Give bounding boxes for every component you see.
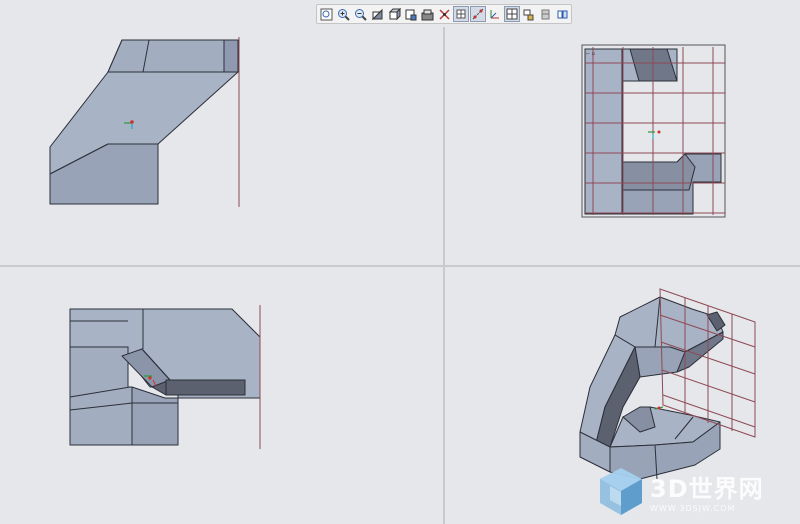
watermark: 3D世界网 WWW.3DSJW.COM	[596, 458, 800, 524]
reorient-icon[interactable]	[369, 6, 385, 22]
refit-icon[interactable]	[319, 6, 335, 22]
zoom-out-icon[interactable]	[353, 6, 369, 22]
saved-views-icon[interactable]	[386, 6, 402, 22]
point-display-icon[interactable]	[470, 6, 487, 22]
csys-marker	[648, 130, 661, 139]
svg-text:⌐ ▫: ⌐ ▫	[586, 51, 595, 57]
part-face-left-column	[584, 48, 623, 215]
watermark-title: 3D世界网	[650, 475, 764, 503]
plane-display-icon[interactable]	[437, 6, 453, 22]
view-manager-icon[interactable]	[420, 6, 436, 22]
part-face-top-strip	[107, 39, 239, 73]
view-bottom-left[interactable]	[0, 267, 443, 524]
view-toolbar	[316, 4, 572, 24]
part-side-view	[69, 305, 261, 449]
part-face-left-column	[69, 346, 133, 446]
axis-display-icon[interactable]	[453, 6, 470, 22]
annotation-display-icon[interactable]	[521, 6, 537, 22]
csys-display-icon[interactable]	[487, 6, 503, 22]
part-front-view	[49, 37, 240, 207]
part-top-view: ⌐ ▫	[581, 44, 726, 218]
part-face-right-cap	[223, 39, 239, 73]
spin-center-icon[interactable]	[537, 6, 553, 22]
part-face-lower-block	[131, 386, 179, 446]
part-face-slot-bottom	[165, 379, 246, 396]
view-top-right[interactable]: ⌐ ▫	[445, 27, 800, 265]
zoom-in-icon[interactable]	[336, 6, 352, 22]
part-face-top-arm-side	[634, 346, 686, 378]
section-icon[interactable]	[554, 6, 570, 22]
display-style-icon[interactable]	[403, 6, 419, 22]
layout-grid-icon[interactable]	[503, 6, 520, 22]
cube-logo-icon	[600, 468, 642, 515]
view-top-left[interactable]	[0, 27, 443, 265]
watermark-url: WWW.3DSJW.COM	[650, 504, 736, 513]
part-face-bottom-arm-dark	[621, 153, 696, 191]
